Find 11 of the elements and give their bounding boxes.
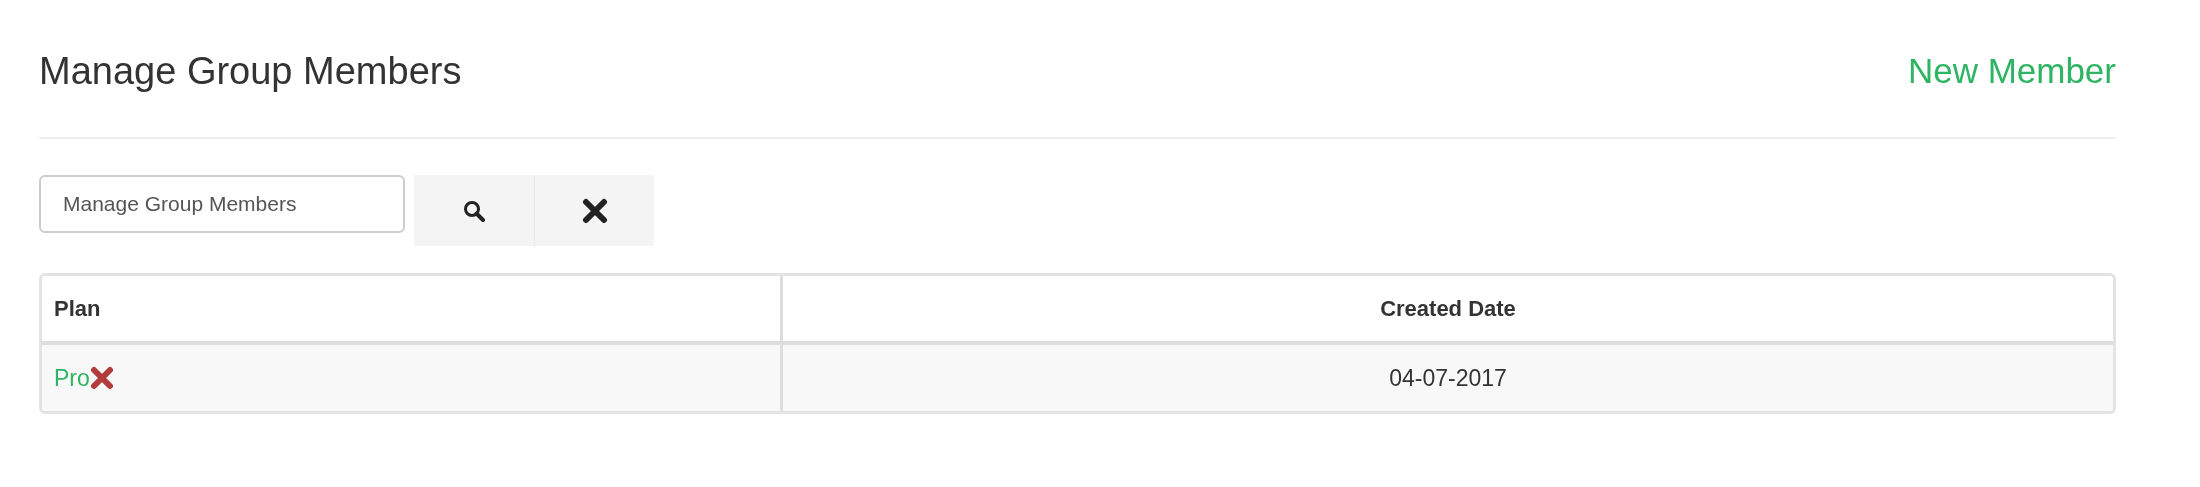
column-header: Plan: [54, 295, 101, 322]
page-title: Manage Group Members: [39, 49, 462, 93]
close-icon: [581, 197, 608, 224]
search-icon: [463, 199, 485, 222]
delete-icon[interactable]: [89, 366, 114, 390]
search-field[interactable]: Manage Group Members: [39, 175, 405, 233]
table-cell: 04-07-2017: [1389, 364, 1507, 392]
clear-button[interactable]: [534, 175, 654, 246]
column-header: Created Date: [1380, 295, 1516, 322]
new-member-link[interactable]: New Member: [1907, 51, 2116, 91]
plan-link[interactable]: Pro: [54, 364, 90, 392]
